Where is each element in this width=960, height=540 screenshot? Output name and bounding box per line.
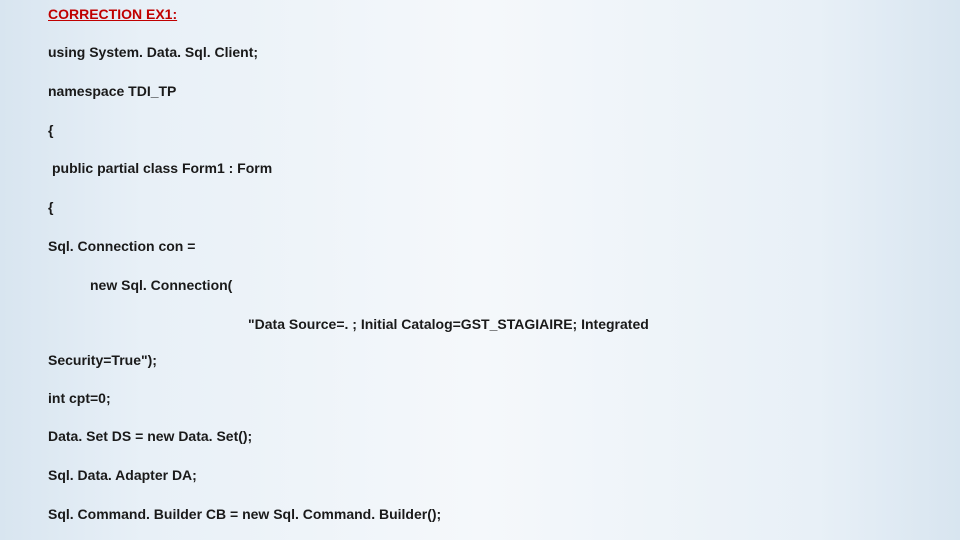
code-line-class: public partial class Form1 : Form: [48, 160, 912, 177]
code-line-intcpt: int cpt=0;: [48, 390, 912, 407]
conn-string-left: Security=True");: [48, 352, 912, 368]
conn-string-right: "Data Source=. ; Initial Catalog=GST_STA…: [48, 316, 649, 332]
code-line-dataset: Data. Set DS = new Data. Set();: [48, 428, 912, 445]
code-line-adapter: Sql. Data. Adapter DA;: [48, 467, 912, 484]
code-line-namespace: namespace TDI_TP: [48, 83, 912, 100]
code-line-using: using System. Data. Sql. Client;: [48, 44, 912, 61]
code-line-brace-open: {: [48, 122, 912, 139]
code-line-sqlconnection: Sql. Connection con =: [48, 238, 912, 255]
code-line-connection-string: "Data Source=. ; Initial Catalog=GST_STA…: [48, 316, 912, 368]
code-line-commandbuilder: Sql. Command. Builder CB = new Sql. Comm…: [48, 506, 912, 523]
slide-content: CORRECTION EX1: using System. Data. Sql.…: [0, 0, 960, 540]
correction-heading: CORRECTION EX1:: [48, 6, 912, 22]
code-line-brace-open-2: {: [48, 199, 912, 216]
code-line-new-connection: new Sql. Connection(: [48, 277, 912, 294]
